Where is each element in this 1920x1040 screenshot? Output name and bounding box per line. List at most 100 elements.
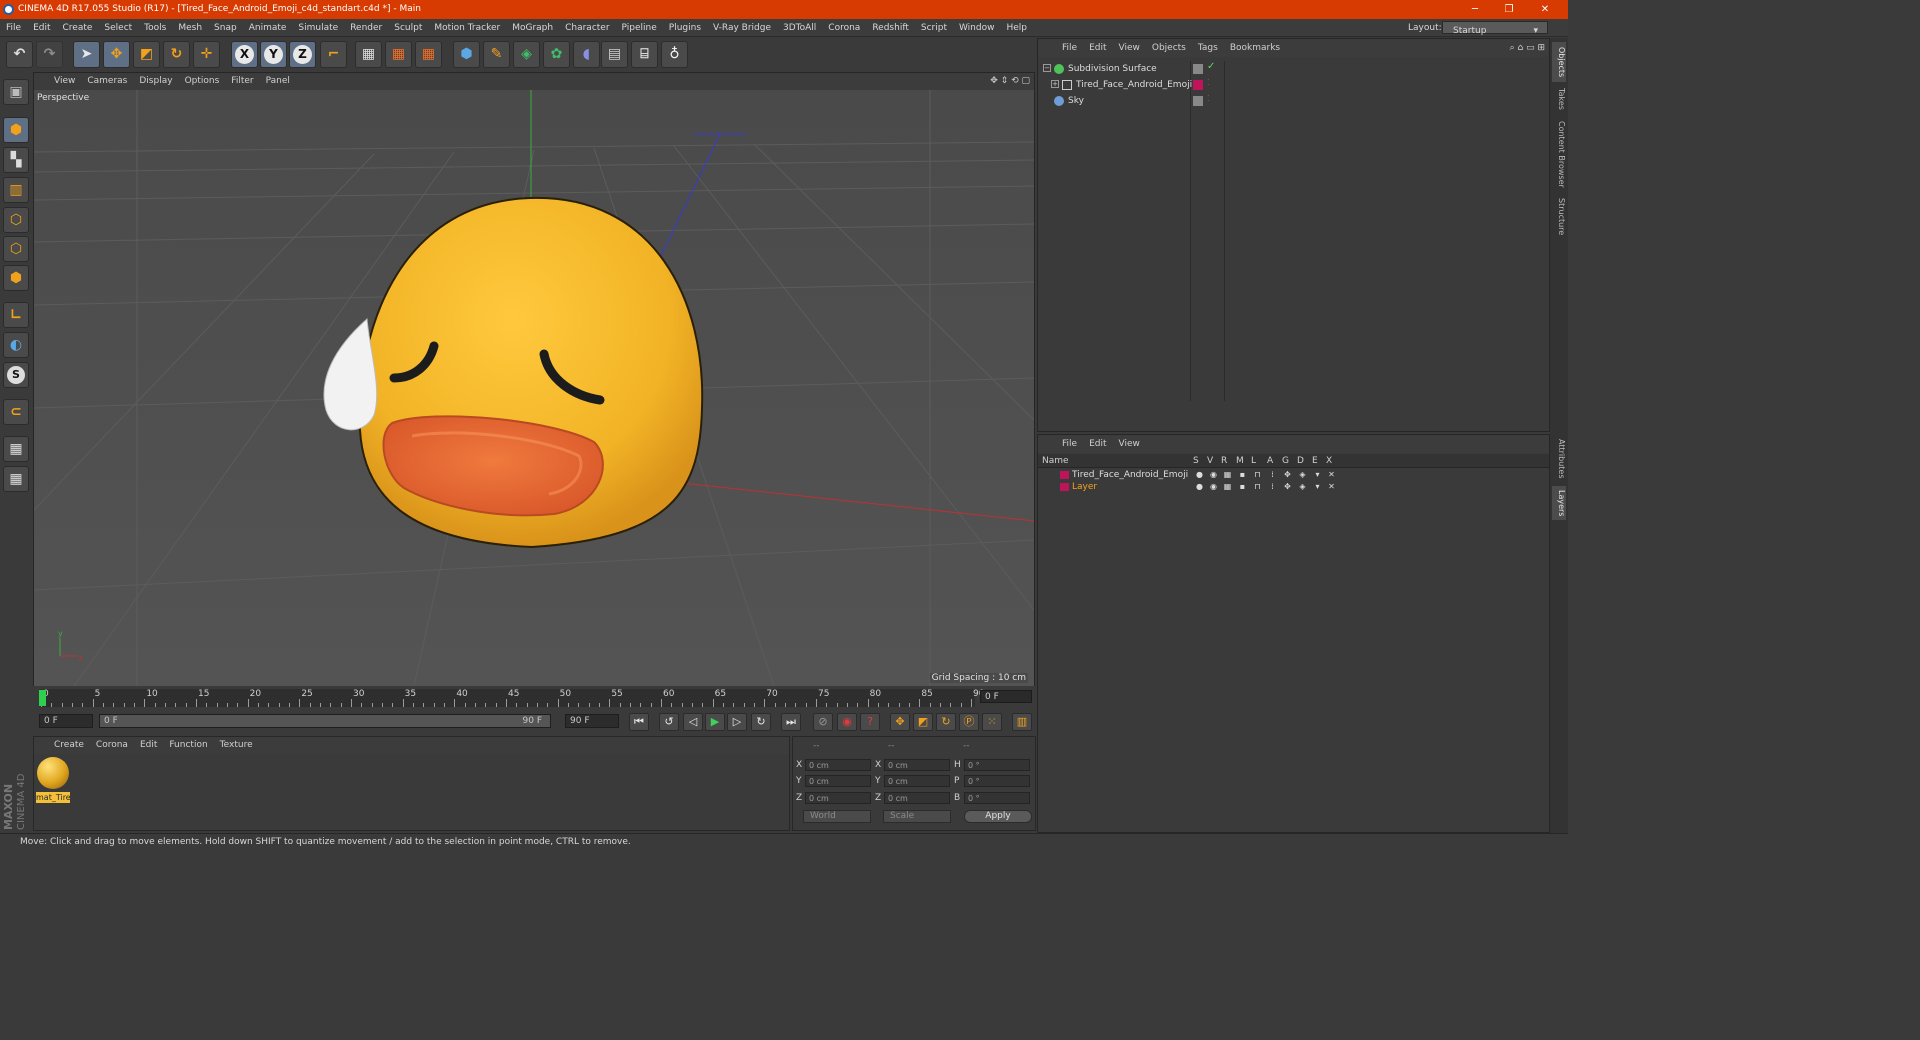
layers-menu-view[interactable]: View <box>1113 435 1146 453</box>
menu-pipeline[interactable]: Pipeline <box>616 19 663 37</box>
tab-content-browser[interactable]: Content Browser <box>1552 118 1566 190</box>
playhead[interactable] <box>39 690 46 706</box>
add-cube-button[interactable]: ⬢ <box>453 41 480 68</box>
menu-motion-tracker[interactable]: Motion Tracker <box>428 19 506 37</box>
visibility-dots-icon[interactable]: ⁚ <box>1207 78 1210 87</box>
polygons-mode-button[interactable]: ⬢ <box>3 265 29 291</box>
render-clapper-icon[interactable]: ▦ <box>1223 482 1232 491</box>
go-to-start-button[interactable]: ⏮ <box>629 713 649 731</box>
solo-dot-icon[interactable]: ● <box>1195 482 1204 491</box>
add-mograph-button[interactable]: ✿ <box>543 41 570 68</box>
menu-help[interactable]: Help <box>1000 19 1033 37</box>
viewport-menu-filter[interactable]: Filter <box>225 73 259 90</box>
eye-icon[interactable]: ◉ <box>1209 470 1218 479</box>
autokey-button[interactable]: ? <box>860 713 880 731</box>
add-generator-button[interactable]: ◈ <box>513 41 540 68</box>
manager-icon[interactable]: ▪ <box>1238 470 1247 479</box>
size-y-field[interactable]: 0 cm <box>884 775 950 787</box>
texture-mode-button[interactable]: ▚ <box>3 147 29 173</box>
menu-corona[interactable]: Corona <box>822 19 866 37</box>
animation-icon[interactable]: ⁞ <box>1268 470 1277 479</box>
key-scale-button[interactable]: ◩ <box>913 713 933 731</box>
visibility-toggle-icon[interactable] <box>1193 64 1203 74</box>
rotate-tool-button[interactable]: ↻ <box>163 41 190 68</box>
add-spline-button[interactable]: ✎ <box>483 41 510 68</box>
enabled-check-icon[interactable]: ✓ <box>1207 61 1215 72</box>
collapse-icon[interactable]: − <box>1043 64 1051 72</box>
menu-script[interactable]: Script <box>915 19 953 37</box>
record-active-button[interactable]: ◉ <box>837 713 857 731</box>
material-menu-edit[interactable]: Edit <box>134 737 163 754</box>
animation-icon[interactable]: ⁞ <box>1268 482 1277 491</box>
timeline-window-button[interactable]: ▥ <box>1012 713 1032 731</box>
rot-b-field[interactable]: 0 ° <box>964 792 1030 804</box>
viewport-menu-options[interactable]: Options <box>179 73 226 90</box>
object-row-emoji[interactable]: + Tired_Face_Android_Emoji ⁚ <box>1038 77 1549 93</box>
model-mode-button[interactable]: ⬢ <box>3 117 29 143</box>
tab-layers[interactable]: Layers <box>1552 486 1566 520</box>
viewport-nav-icons[interactable]: ✥ ⇕ ⟲ ▢ <box>990 73 1030 90</box>
menu-redshift[interactable]: Redshift <box>866 19 915 37</box>
menu-vray-bridge[interactable]: V-Ray Bridge <box>707 19 777 37</box>
deformer-icon[interactable]: ◈ <box>1298 482 1307 491</box>
viewport-menu-cameras[interactable]: Cameras <box>81 73 133 90</box>
close-button[interactable]: ✕ <box>1528 0 1562 19</box>
edges-mode-button[interactable]: ⬡ <box>3 236 29 262</box>
solo-dot-icon[interactable]: ● <box>1195 470 1204 479</box>
menu-3dtoall[interactable]: 3DToAll <box>777 19 822 37</box>
objects-menu-file[interactable]: File <box>1056 39 1083 57</box>
play-button[interactable]: ▶ <box>705 713 725 731</box>
eye-icon[interactable]: ◉ <box>1209 482 1218 491</box>
expression-icon[interactable]: ▾ <box>1313 470 1322 479</box>
rot-h-field[interactable]: 0 ° <box>964 759 1030 771</box>
generator-icon[interactable]: ✥ <box>1283 470 1292 479</box>
viewport-menu-panel[interactable]: Panel <box>260 73 296 90</box>
make-editable-button[interactable]: ▣ <box>3 79 29 105</box>
previous-key-button[interactable]: ↺ <box>659 713 679 731</box>
lock-icon[interactable]: ⊓ <box>1253 470 1262 479</box>
key-parameter-button[interactable]: Ⓟ <box>959 713 979 731</box>
move-tool-button[interactable]: ✥ <box>103 41 130 68</box>
lock-icon[interactable]: ⊓ <box>1253 482 1262 491</box>
objects-menu-objects[interactable]: Objects <box>1146 39 1192 57</box>
magnet-button[interactable]: ⊂ <box>3 399 29 425</box>
size-z-field[interactable]: 0 cm <box>884 792 950 804</box>
layer-row-layer[interactable]: Layer ● ◉ ▦ ▪ ⊓ ⁞ ✥ ◈ ▾ ✕ <box>1038 481 1549 493</box>
menu-file[interactable]: File <box>0 19 27 37</box>
coordinate-system-button[interactable]: ⌐ <box>320 41 347 68</box>
add-light-button[interactable]: ♁ <box>661 41 688 68</box>
menu-mesh[interactable]: Mesh <box>172 19 208 37</box>
generator-icon[interactable]: ✥ <box>1283 482 1292 491</box>
menu-tools[interactable]: Tools <box>138 19 172 37</box>
viewport-menu-view[interactable]: View <box>48 73 81 90</box>
menu-character[interactable]: Character <box>559 19 615 37</box>
previous-frame-button[interactable]: ◁ <box>683 713 703 731</box>
menu-mograph[interactable]: MoGraph <box>506 19 559 37</box>
apply-button[interactable]: Apply <box>964 810 1032 823</box>
render-to-picture-viewer-button[interactable]: ▦ <box>385 41 412 68</box>
size-mode-select[interactable]: Scale <box>883 810 951 823</box>
size-x-field[interactable]: 0 cm <box>884 759 950 771</box>
x-axis-lock-button[interactable]: X <box>231 41 258 68</box>
xref-icon[interactable]: ✕ <box>1327 482 1336 491</box>
layout-select[interactable]: Startup ▾ <box>1442 21 1548 36</box>
menu-window[interactable]: Window <box>953 19 1001 37</box>
key-position-button[interactable]: ✥ <box>890 713 910 731</box>
current-frame-field[interactable]: 0 F <box>39 714 93 728</box>
frame-range-slider[interactable]: 0 F 90 F <box>99 714 551 728</box>
add-floor-button[interactable]: ▤ <box>601 41 628 68</box>
material-swatch[interactable]: mat_Tire <box>36 756 70 804</box>
layers-menu-edit[interactable]: Edit <box>1083 435 1112 453</box>
menu-animate[interactable]: Animate <box>243 19 293 37</box>
material-menu-corona[interactable]: Corona <box>90 737 134 754</box>
minimize-button[interactable]: ─ <box>1458 0 1492 19</box>
timeline-ruler[interactable]: 051015202530354045505560657075808590 <box>39 689 984 707</box>
expand-icon[interactable]: + <box>1051 80 1059 88</box>
layer-color-swatch[interactable] <box>1060 471 1069 479</box>
key-rotation-button[interactable]: ↻ <box>936 713 956 731</box>
menu-simulate[interactable]: Simulate <box>292 19 344 37</box>
menu-render[interactable]: Render <box>344 19 388 37</box>
z-axis-lock-button[interactable]: Z <box>289 41 316 68</box>
menu-edit[interactable]: Edit <box>27 19 56 37</box>
material-menu-texture[interactable]: Texture <box>214 737 259 754</box>
